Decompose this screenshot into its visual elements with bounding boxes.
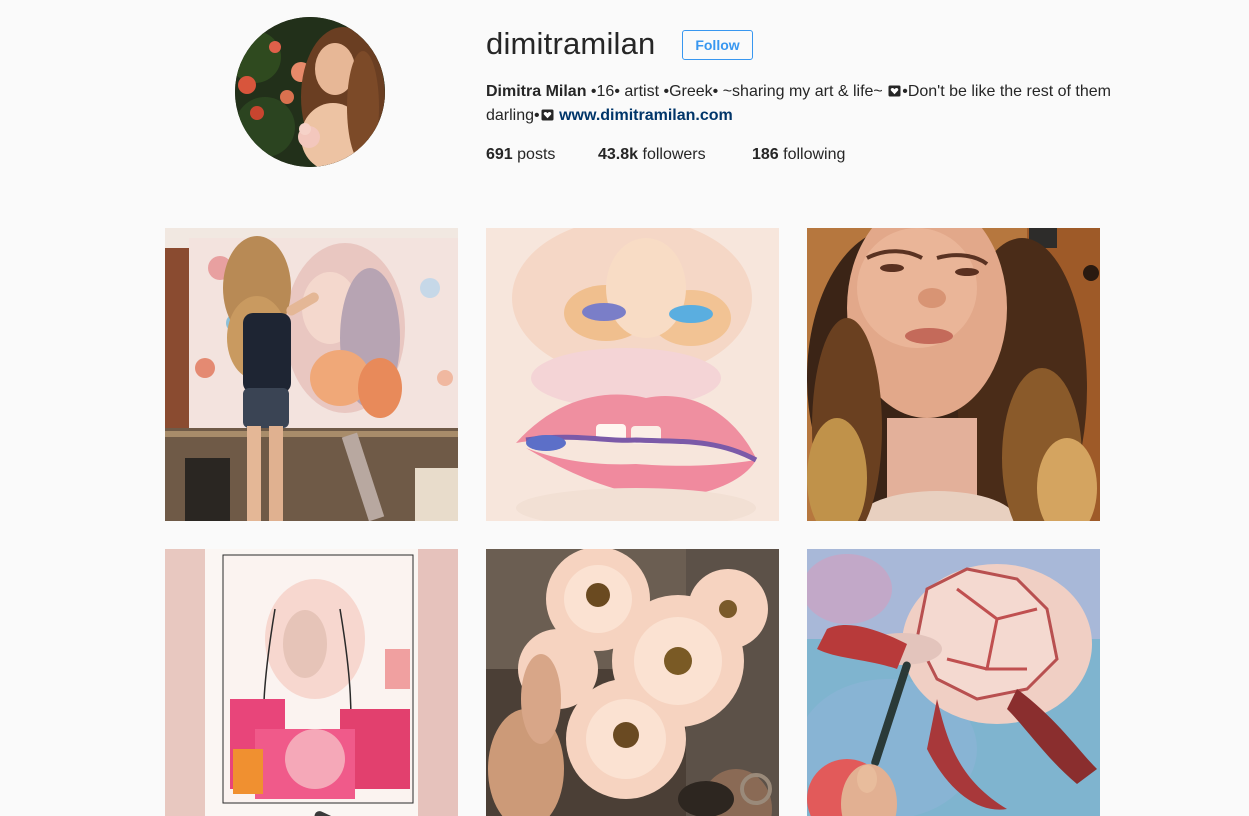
avatar[interactable] (235, 17, 385, 167)
followers-stat[interactable]: 43.8k followers (598, 143, 706, 167)
profile-photo-icon (235, 17, 385, 167)
posts-label: posts (512, 146, 556, 163)
followers-count: 43.8k (598, 146, 639, 163)
post-tile[interactable] (165, 549, 458, 816)
post-tile[interactable] (165, 228, 458, 521)
bio-full-name: Dimitra Milan (486, 83, 587, 100)
pink-gerbera-bouquet-photo-icon (486, 549, 779, 816)
posts-count-stat: 691 posts (486, 143, 555, 167)
follow-button[interactable]: Follow (682, 30, 753, 60)
post-tile[interactable] (486, 549, 779, 816)
post-tile[interactable] (486, 228, 779, 521)
bio: Dimitra Milan •16• artist •Greek• ~shari… (486, 80, 1126, 128)
post-tile[interactable] (807, 549, 1100, 816)
posts-count: 691 (486, 146, 513, 163)
following-count: 186 (752, 146, 779, 163)
selfie-portrait-photo-icon (807, 228, 1100, 521)
watercolor-portrait-sketch-icon (165, 549, 458, 816)
heart-icon (887, 83, 902, 100)
followers-label: followers (638, 146, 706, 163)
sea-turtle-painting-icon (807, 549, 1100, 816)
painted-lips-and-nose-closeup-icon (486, 228, 779, 521)
artist-painting-canvas-photo-icon (165, 228, 458, 521)
following-stat[interactable]: 186 following (752, 143, 845, 167)
username: dimitramilan (486, 26, 656, 61)
heart-icon (540, 107, 555, 124)
following-label: following (778, 146, 846, 163)
bio-text-part1: •16• artist •Greek• ~sharing my art & li… (586, 83, 888, 100)
profile-page: dimitramilan Follow Dimitra Milan •16• a… (0, 0, 1249, 816)
bio-website-link[interactable]: www.dimitramilan.com (559, 107, 733, 124)
post-tile[interactable] (807, 228, 1100, 521)
